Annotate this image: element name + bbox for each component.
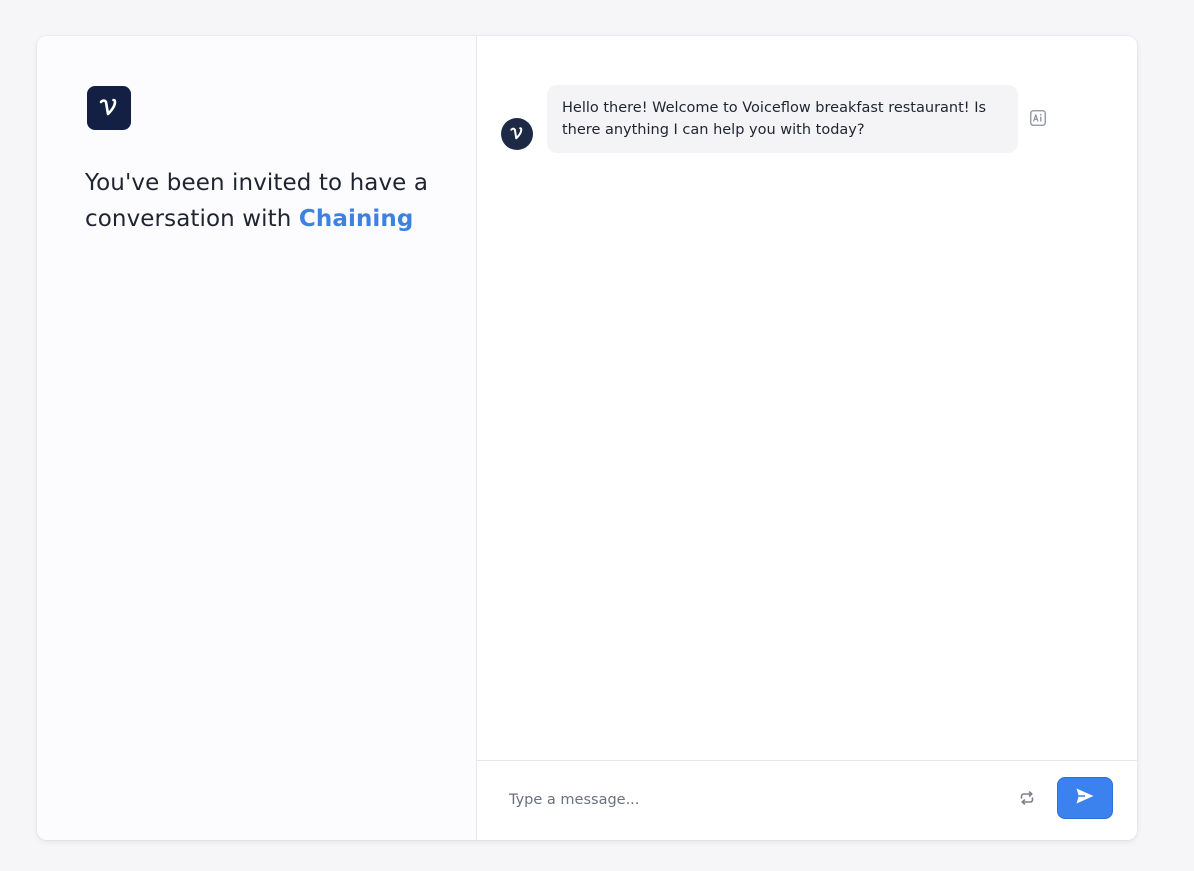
welcome-panel: You've been invited to have a conversati… bbox=[37, 36, 477, 840]
send-icon bbox=[1075, 787, 1095, 809]
restart-icon bbox=[1018, 789, 1036, 811]
message-bubble: Hello there! Welcome to Voiceflow breakf… bbox=[547, 85, 1018, 153]
voiceflow-avatar-icon bbox=[501, 118, 533, 150]
message-input[interactable] bbox=[495, 783, 975, 817]
send-button[interactable] bbox=[1057, 777, 1113, 819]
voiceflow-logo-icon bbox=[87, 86, 131, 130]
invite-message: You've been invited to have a conversati… bbox=[85, 165, 445, 237]
message-composer bbox=[477, 760, 1137, 840]
chat-panel: Hello there! Welcome to Voiceflow breakf… bbox=[477, 36, 1137, 840]
ai-badge-icon[interactable] bbox=[1030, 110, 1046, 126]
assistant-message-row: Hello there! Welcome to Voiceflow breakf… bbox=[501, 85, 1018, 153]
chat-widget-card: You've been invited to have a conversati… bbox=[37, 36, 1137, 840]
assistant-name: Chaining bbox=[298, 206, 414, 232]
restart-button[interactable] bbox=[1015, 788, 1039, 812]
